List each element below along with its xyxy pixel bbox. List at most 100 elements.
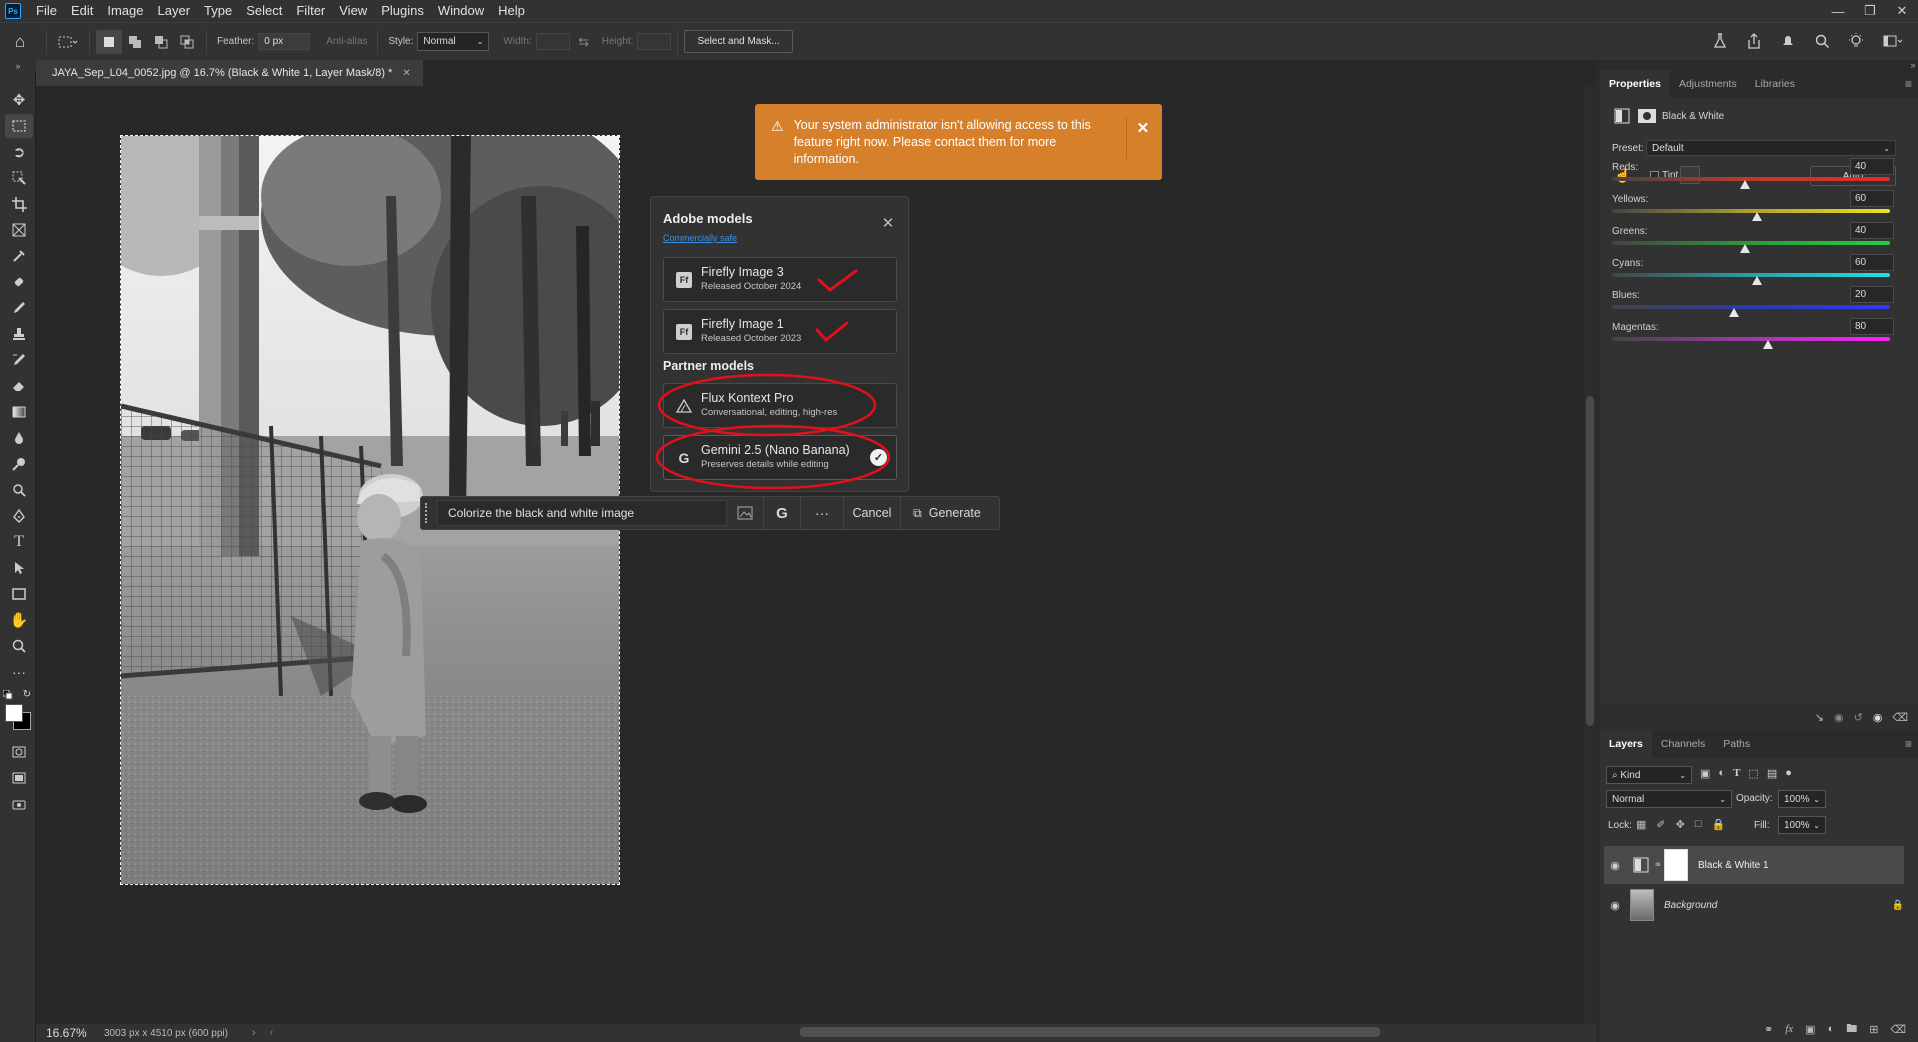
vertical-scrollbar[interactable] — [1584, 86, 1596, 1024]
hand-tool-icon[interactable]: ✋ — [5, 608, 33, 632]
menu-layer[interactable]: Layer — [151, 0, 198, 22]
crop-tool-icon[interactable] — [5, 192, 33, 216]
clip-to-layer-icon[interactable]: ↘ — [1815, 711, 1824, 724]
preset-select[interactable]: Default ⌄ — [1646, 140, 1896, 156]
horizontal-scroll-thumb[interactable] — [800, 1027, 1380, 1037]
view-previous-icon[interactable]: ◉ — [1834, 711, 1844, 724]
dodge-tool-icon[interactable] — [5, 452, 33, 476]
smart-object-filter-icon[interactable]: ▤ — [1767, 767, 1777, 780]
eyedropper-tool-icon[interactable] — [5, 244, 33, 268]
select-and-mask-button[interactable]: Select and Mask... — [684, 30, 793, 53]
close-toast-icon[interactable]: ✕ — [1137, 120, 1150, 137]
filter-toggle-icon[interactable]: ● — [1785, 767, 1792, 780]
tab-libraries[interactable]: Libraries — [1746, 70, 1804, 98]
slider-track-reds[interactable] — [1612, 177, 1890, 181]
layer-row-background[interactable]: ◉ Background 🔒 — [1604, 886, 1904, 924]
layer-mask-icon[interactable] — [1638, 108, 1656, 124]
slider-thumb-reds[interactable] — [1740, 180, 1751, 189]
share-icon[interactable] — [1740, 29, 1768, 53]
panel-menu-icon[interactable]: ≡ — [1905, 77, 1912, 91]
visibility-eye-icon[interactable]: ◉ — [1873, 711, 1883, 724]
menu-filter[interactable]: Filter — [289, 0, 332, 22]
commercially-safe-link[interactable]: Commercially safe — [663, 233, 737, 243]
menu-view[interactable]: View — [332, 0, 374, 22]
tab-layers[interactable]: Layers — [1600, 730, 1652, 758]
minimize-icon[interactable]: — — [1822, 0, 1854, 22]
layer-mask-thumbnail[interactable] — [1664, 849, 1688, 881]
menu-image[interactable]: Image — [100, 0, 150, 22]
lock-transparent-icon[interactable]: ▦ — [1636, 818, 1646, 831]
lasso-tool-icon[interactable]: ➲ — [5, 140, 33, 164]
flask-icon[interactable] — [1706, 29, 1734, 53]
workspace-icon[interactable] — [1876, 29, 1910, 53]
new-adjustment-icon[interactable]: ◐ — [1828, 1023, 1835, 1035]
gradient-tool-icon[interactable] — [5, 400, 33, 424]
blend-mode-select[interactable]: Normal ⌄ — [1606, 790, 1732, 808]
slider-value-magentas[interactable]: 80 — [1850, 318, 1894, 335]
kind-filter-select[interactable]: ⌕ Kind ⌄ — [1606, 766, 1692, 784]
slider-value-reds[interactable]: 40 — [1850, 158, 1894, 175]
rectangular-marquee-tool-icon[interactable] — [5, 114, 33, 138]
width-input[interactable] — [535, 33, 570, 50]
history-brush-tool-icon[interactable] — [5, 348, 33, 372]
document-info[interactable]: 3003 px x 4510 px (600 ppi) — [104, 1028, 228, 1039]
eraser-tool-icon[interactable] — [5, 374, 33, 398]
tab-paths[interactable]: Paths — [1714, 730, 1759, 758]
close-tab-icon[interactable]: ✕ — [402, 68, 410, 79]
lock-all-icon[interactable]: 🔒 — [1712, 818, 1726, 831]
delete-layer-icon[interactable]: ⌫ — [1890, 1023, 1906, 1036]
frame-tool-icon[interactable] — [5, 218, 33, 242]
menu-edit[interactable]: Edit — [64, 0, 100, 22]
more-tools-icon[interactable]: ··· — [5, 660, 33, 684]
antialias-label[interactable]: Anti-alias — [326, 36, 367, 47]
menu-help[interactable]: Help — [491, 0, 532, 22]
menu-plugins[interactable]: Plugins — [374, 0, 431, 22]
slider-value-cyans[interactable]: 60 — [1850, 254, 1894, 271]
feather-input[interactable]: 0 px — [258, 33, 311, 50]
reset-icon[interactable]: ↺ — [1854, 711, 1863, 724]
zoom-tool-icon[interactable] — [5, 634, 33, 658]
clone-stamp-tool-icon[interactable] — [5, 322, 33, 346]
lock-artboard-icon[interactable]: □ — [1695, 818, 1702, 831]
slider-thumb-cyans[interactable] — [1751, 276, 1762, 285]
generate-button[interactable]: ⧉ Generate — [901, 497, 993, 529]
marquee-preset-icon[interactable] — [53, 30, 83, 54]
prompt-input[interactable]: Colorize the black and white image — [437, 500, 727, 526]
home-icon[interactable]: ⌂ — [0, 27, 40, 57]
new-group-icon[interactable]: 🖿 — [1846, 1020, 1857, 1039]
reference-image-icon[interactable] — [727, 497, 763, 529]
link-chain-icon[interactable]: ⚭ — [1652, 860, 1664, 871]
swap-icon[interactable]: ⇆ — [570, 32, 598, 52]
rectangle-tool-icon[interactable] — [5, 582, 33, 606]
vertical-scroll-thumb[interactable] — [1586, 396, 1594, 726]
foreground-color-swatch[interactable] — [5, 704, 23, 722]
cancel-button[interactable]: Cancel — [844, 497, 900, 529]
panel-menu-icon[interactable]: ≡ — [1905, 737, 1912, 751]
tab-channels[interactable]: Channels — [1652, 730, 1714, 758]
brush-tool-icon[interactable] — [5, 296, 33, 320]
lightbulb-icon[interactable] — [1842, 29, 1870, 53]
spot-healing-tool-icon[interactable] — [5, 270, 33, 294]
scroll-left-icon[interactable]: ‹ — [270, 1027, 274, 1039]
expand-tools-icon[interactable]: » — [0, 60, 36, 72]
opacity-input[interactable]: 100% ⌄ — [1778, 790, 1826, 808]
slider-track-greens[interactable] — [1612, 241, 1890, 245]
model-option-firefly-image-1[interactable]: Ff Firefly Image 1 Released October 2023 — [663, 309, 897, 354]
magnify-pen-icon[interactable] — [5, 478, 33, 502]
more-options-button[interactable]: ··· — [801, 497, 843, 529]
layer-name[interactable]: Black & White 1 — [1698, 860, 1769, 871]
type-tool-icon[interactable]: T — [5, 530, 33, 554]
blur-tool-icon[interactable] — [5, 426, 33, 450]
link-layers-icon[interactable]: ⚭ — [1764, 1023, 1773, 1036]
model-option-firefly-image-3[interactable]: Ff Firefly Image 3 Released October 2024 — [663, 257, 897, 302]
collapse-panels-icon[interactable]: » — [1908, 60, 1918, 70]
height-input[interactable] — [637, 33, 672, 50]
shape-filter-icon[interactable]: ⬚ — [1748, 767, 1758, 780]
new-selection-icon[interactable] — [96, 29, 122, 54]
subtract-selection-icon[interactable] — [148, 30, 174, 54]
layer-row-black-white-1[interactable]: ◉ ⚭ Black & White 1 — [1604, 846, 1904, 884]
pen-tool-icon[interactable] — [5, 504, 33, 528]
pixel-filter-icon[interactable]: ▣ — [1700, 767, 1710, 780]
tab-adjustments[interactable]: Adjustments — [1670, 70, 1746, 98]
slider-track-blues[interactable] — [1612, 305, 1890, 309]
